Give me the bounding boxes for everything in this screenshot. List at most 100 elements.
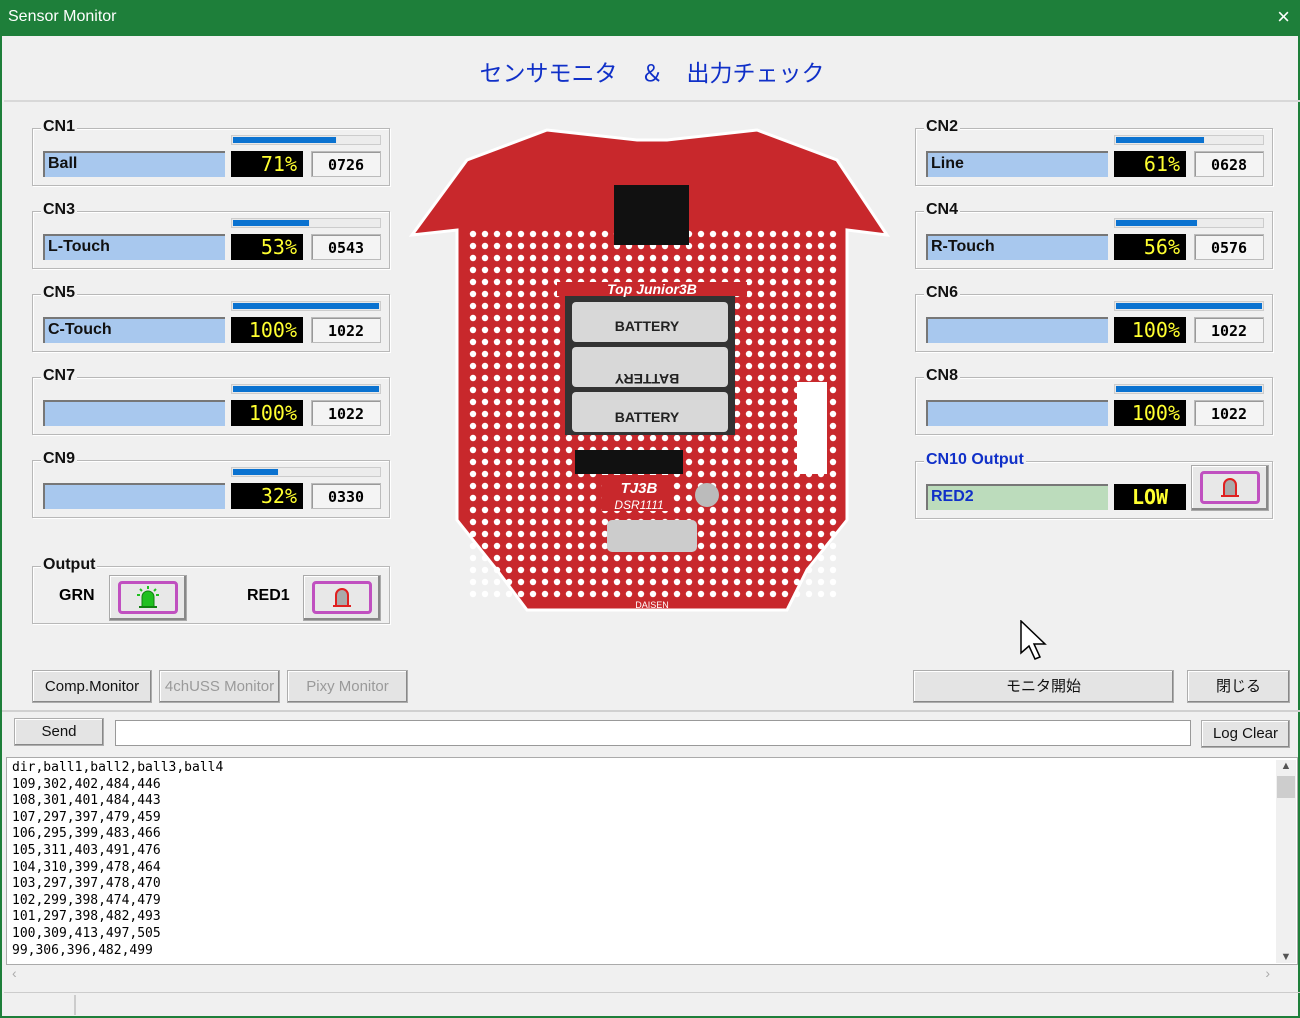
- send-input[interactable]: [115, 720, 1191, 746]
- pixy-monitor-button[interactable]: Pixy Monitor: [287, 670, 408, 703]
- channel-label: CN7: [41, 367, 78, 385]
- channel-label: CN3: [41, 201, 78, 219]
- start-monitor-button[interactable]: モニタ開始: [913, 670, 1174, 703]
- log-clear-button[interactable]: Log Clear: [1201, 720, 1290, 748]
- percent-display: 71%: [231, 151, 303, 177]
- status-bar: [4, 992, 1300, 1016]
- close-icon[interactable]: ×: [1277, 4, 1290, 30]
- level-bar-fill: [232, 302, 380, 310]
- robot-board-image: BATTERY BATTERY BATTERY Top Junior3B TJ3…: [408, 128, 891, 612]
- channel-label: CN5: [41, 284, 78, 302]
- log-line: 103,297,397,478,470: [12, 876, 161, 892]
- channel-group-cn9: CN9 32% 0330: [32, 450, 390, 518]
- raw-value-display: 0576: [1194, 234, 1264, 260]
- level-bar-fill: [1115, 385, 1263, 393]
- percent-display: 53%: [231, 234, 303, 260]
- log-line: 109,302,402,484,446: [12, 776, 161, 792]
- grn-toggle-button[interactable]: [109, 575, 187, 621]
- level-bar-fill: [232, 219, 311, 227]
- level-bar-fill: [232, 136, 338, 144]
- level-bar: [231, 467, 381, 477]
- level-bar-fill: [1115, 219, 1198, 227]
- percent-display: 100%: [1114, 317, 1186, 343]
- channel-label: CN6: [924, 284, 961, 302]
- output-group: Output GRN RED1: [32, 556, 390, 624]
- level-bar: [231, 135, 381, 145]
- raw-value-display: 1022: [1194, 317, 1264, 343]
- channel-label: CN8: [924, 367, 961, 385]
- level-bar: [231, 218, 381, 228]
- divider: [2, 710, 1300, 712]
- green-led-icon: [118, 581, 178, 614]
- percent-display: 100%: [231, 400, 303, 426]
- sensor-name-field[interactable]: [926, 317, 1108, 343]
- log-line: 101,297,398,482,493: [12, 909, 161, 925]
- red2-toggle-button[interactable]: [1191, 465, 1269, 511]
- grn-label: GRN: [59, 587, 95, 604]
- sensor-name-field[interactable]: Line: [926, 151, 1108, 177]
- battery-label: BATTERY: [615, 409, 680, 425]
- sensor-name-field[interactable]: [926, 400, 1108, 426]
- vertical-scrollbar[interactable]: ▲ ▼: [1276, 760, 1296, 963]
- log-line: 105,311,403,491,476: [12, 842, 161, 858]
- scrollbar-thumb[interactable]: [1277, 776, 1295, 798]
- horizontal-scrollbar[interactable]: ‹ ›: [6, 965, 1298, 985]
- level-bar-fill: [232, 468, 280, 476]
- sensor-name-field[interactable]: R-Touch: [926, 234, 1108, 260]
- channel-label: CN1: [41, 118, 78, 136]
- log-line: 106,295,399,483,466: [12, 826, 161, 842]
- uss-monitor-button[interactable]: 4chUSS Monitor: [159, 670, 280, 703]
- board-model: DSR1111: [614, 498, 663, 512]
- raw-value-display: 0628: [1194, 151, 1264, 177]
- window-title: Sensor Monitor: [8, 8, 117, 25]
- header: センサモニタ ＆ 出力チェック: [4, 36, 1300, 102]
- red-led-icon: [1200, 471, 1260, 504]
- log-line: 102,299,398,474,479: [12, 892, 161, 908]
- channel-group-cn8: CN8 100% 1022: [915, 367, 1273, 435]
- channel-group-cn1: CN1 Ball 71% 0726: [32, 118, 390, 186]
- channel-label: CN2: [924, 118, 961, 136]
- level-bar: [1114, 218, 1264, 228]
- comp-monitor-button[interactable]: Comp.Monitor: [32, 670, 152, 703]
- channel-group-cn6: CN6 100% 1022: [915, 284, 1273, 352]
- title-bar: Sensor Monitor ×: [2, 0, 1300, 36]
- channel-label: CN9: [41, 450, 78, 468]
- raw-value-display: 0543: [311, 234, 381, 260]
- cn10-state: LOW: [1114, 484, 1186, 510]
- level-bar-fill: [1115, 302, 1263, 310]
- sensor-name-field[interactable]: L-Touch: [43, 234, 225, 260]
- cn10-name-field[interactable]: RED2: [926, 484, 1108, 510]
- sensor-name-field[interactable]: C-Touch: [43, 317, 225, 343]
- channel-label: CN4: [924, 201, 961, 219]
- raw-value-display: 0726: [311, 151, 381, 177]
- log-line: 107,297,397,479,459: [12, 809, 161, 825]
- sensor-name-field[interactable]: [43, 400, 225, 426]
- mouse-cursor-icon: [1020, 620, 1047, 660]
- sensor-name-field[interactable]: [43, 483, 225, 509]
- send-button[interactable]: Send: [14, 718, 104, 746]
- raw-value-display: 1022: [1194, 400, 1264, 426]
- page-title: センサモニタ ＆ 出力チェック: [479, 61, 825, 87]
- level-bar: [1114, 384, 1264, 394]
- level-bar-fill: [232, 385, 380, 393]
- percent-display: 100%: [231, 317, 303, 343]
- raw-value-display: 0330: [311, 483, 381, 509]
- log-output[interactable]: dir,ball1,ball2,ball3,ball4 109,302,402,4…: [6, 757, 1298, 965]
- battery-label: BATTERY: [615, 318, 680, 334]
- log-line: 99,306,396,482,499: [12, 942, 153, 958]
- level-bar: [231, 384, 381, 394]
- log-line: 100,309,413,497,505: [12, 925, 161, 941]
- red1-toggle-button[interactable]: [303, 575, 381, 621]
- log-line: 108,301,401,484,443: [12, 793, 161, 809]
- board-title: Top Junior3B: [607, 281, 697, 297]
- channel-group-cn2: CN2 Line 61% 0628: [915, 118, 1273, 186]
- close-button[interactable]: 閉じる: [1187, 670, 1290, 703]
- level-bar-fill: [1115, 136, 1206, 144]
- percent-display: 100%: [1114, 400, 1186, 426]
- level-bar: [231, 301, 381, 311]
- raw-value-display: 1022: [311, 400, 381, 426]
- cn10-label: CN10 Output: [924, 451, 1026, 469]
- board-logo: TJ3B: [621, 480, 658, 497]
- channel-group-cn5: CN5 C-Touch 100% 1022: [32, 284, 390, 352]
- sensor-name-field[interactable]: Ball: [43, 151, 225, 177]
